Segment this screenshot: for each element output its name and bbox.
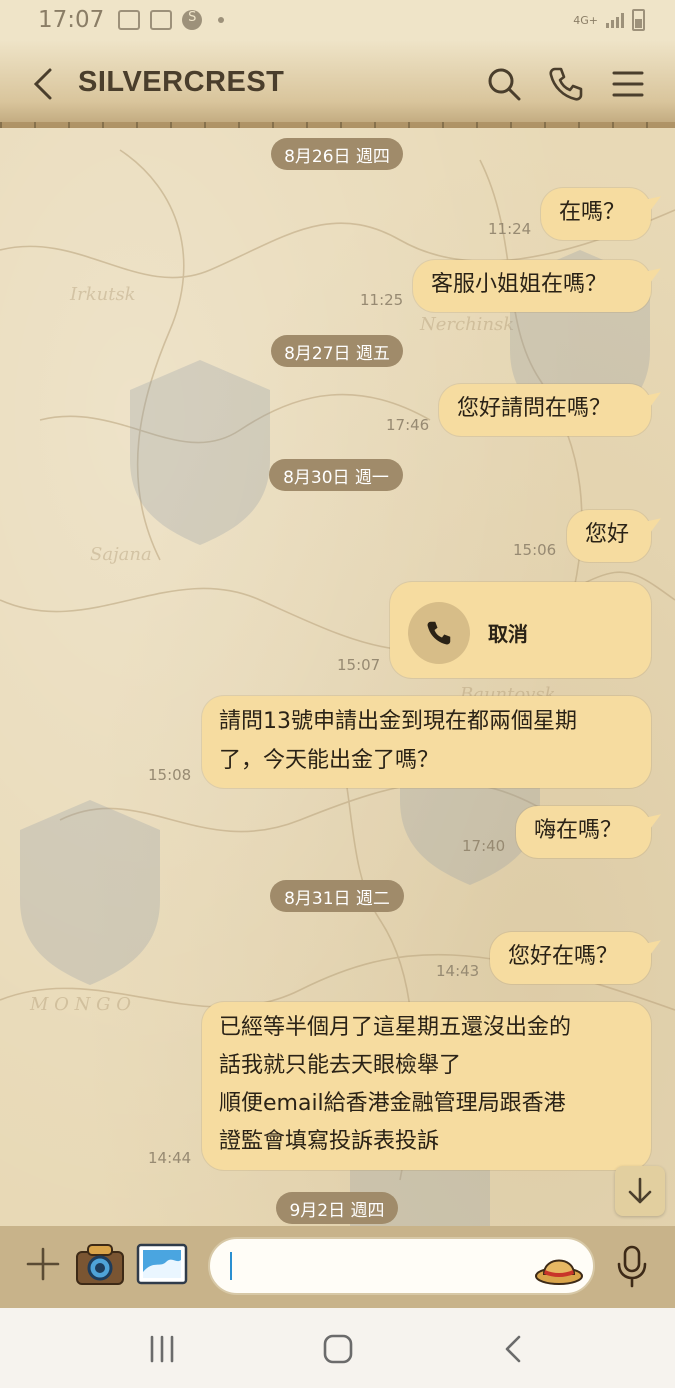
- battery-icon: [632, 9, 645, 31]
- image-icon[interactable]: [136, 1242, 188, 1286]
- message-list[interactable]: 8月26日 週四 11:24 在嗎？ 11:25 客服小姐姐在嗎？ 8月27日 …: [0, 128, 675, 1226]
- message-time: 15:07: [337, 656, 381, 674]
- text-caret: [230, 1252, 232, 1280]
- message-line: 請問13號申請出金到現在都兩個星期: [219, 709, 577, 734]
- date-separator: 8月26日 週四: [271, 138, 403, 170]
- message-bubble[interactable]: 請問13號申請出金到現在都兩個星期 了，今天能出金了嗎？: [202, 696, 651, 788]
- message-bubble[interactable]: 在嗎？: [541, 188, 651, 240]
- message-time: 11:24: [488, 220, 532, 238]
- back-icon[interactable]: [30, 66, 58, 102]
- message-bubble[interactable]: 您好: [567, 510, 651, 562]
- message-line: 證監會填寫投訴表投訴: [219, 1129, 440, 1154]
- camera-icon[interactable]: [74, 1240, 126, 1288]
- network-type: 4G+: [573, 13, 598, 27]
- status-bar: 17:07 S 4G+: [0, 0, 675, 40]
- message-bubble[interactable]: 您好請問在嗎？: [439, 384, 651, 436]
- gmail-icon: [150, 10, 173, 30]
- call-message[interactable]: 取消: [390, 582, 651, 678]
- message-line: 已經等半個月了這星期五還沒出金的: [219, 1015, 572, 1040]
- message-bubble[interactable]: 您好在嗎？: [490, 932, 651, 984]
- message-bubble[interactable]: 客服小姐姐在嗎？: [413, 260, 651, 312]
- home-icon[interactable]: [318, 1332, 358, 1366]
- s-icon: S: [182, 10, 203, 30]
- call-cancel-label: 取消: [488, 622, 528, 646]
- phone-icon: [427, 621, 451, 645]
- phone-icon[interactable]: [546, 64, 586, 104]
- message-time: 17:46: [386, 416, 430, 434]
- chat-header: SILVERCREST: [0, 40, 675, 128]
- recent-apps-icon[interactable]: [142, 1332, 182, 1366]
- message-line: 了，今天能出金了嗎？: [219, 748, 440, 773]
- date-separator: 8月31日 週二: [270, 880, 404, 912]
- message-input-bar: [0, 1226, 675, 1308]
- arrow-down-icon: [628, 1177, 652, 1204]
- date-separator: 8月27日 週五: [271, 335, 403, 367]
- message-time: 14:43: [436, 962, 480, 980]
- notification-dot: [218, 17, 225, 23]
- message-time: 15:08: [148, 766, 192, 784]
- scroll-to-bottom-button[interactable]: [615, 1166, 665, 1216]
- gallery-icon: [118, 10, 141, 30]
- message-time: 11:25: [360, 291, 404, 309]
- status-time: 17:07: [38, 7, 105, 33]
- sticker-icon[interactable]: [534, 1244, 584, 1288]
- chat-title: SILVERCREST: [78, 66, 285, 98]
- mic-icon[interactable]: [614, 1244, 650, 1290]
- back-nav-icon[interactable]: [494, 1332, 534, 1366]
- date-separator: 8月30日 週一: [269, 459, 403, 491]
- message-line: 順便email給香港金融管理局跟香港: [219, 1091, 566, 1116]
- date-separator: 9月2日 週四: [276, 1192, 398, 1224]
- message-bubble[interactable]: 嗨在嗎？: [516, 806, 651, 858]
- search-icon[interactable]: [484, 64, 524, 104]
- signal-icon: [606, 12, 624, 28]
- message-time: 15:06: [513, 541, 557, 559]
- menu-icon[interactable]: [608, 64, 648, 104]
- plus-icon[interactable]: [26, 1247, 60, 1281]
- system-nav-bar: [0, 1308, 675, 1388]
- message-bubble[interactable]: 已經等半個月了這星期五還沒出金的 話我就只能去天眼檢舉了 順便email給香港金…: [202, 1002, 651, 1170]
- message-line: 話我就只能去天眼檢舉了: [219, 1053, 462, 1078]
- message-time: 17:40: [462, 837, 506, 855]
- call-icon-circle: [408, 602, 470, 664]
- message-time: 14:44: [148, 1149, 192, 1167]
